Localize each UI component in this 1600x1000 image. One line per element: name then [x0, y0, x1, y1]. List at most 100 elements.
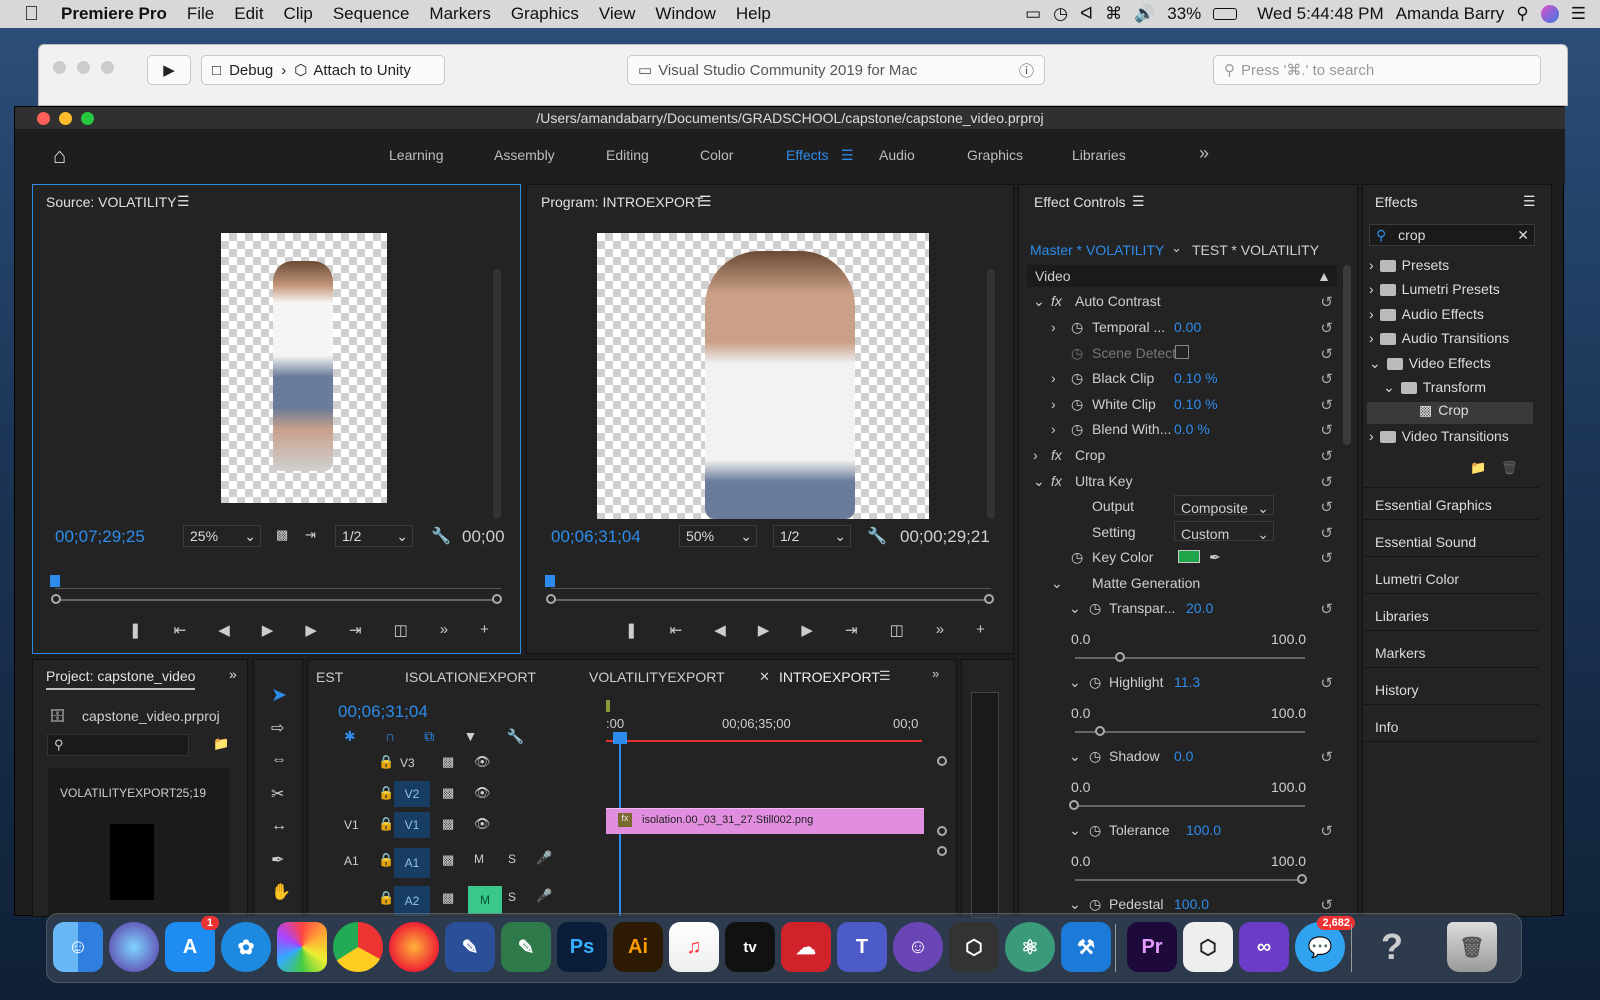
menu-help[interactable]: Help — [736, 4, 771, 24]
ripple-edit-tool-icon[interactable]: ⇔ — [271, 751, 287, 769]
tab-introexport[interactable]: INTROEXPORT — [779, 669, 880, 685]
panel-markers[interactable]: Markers — [1363, 638, 1539, 668]
eyedropper-icon[interactable]: ✒ — [1209, 549, 1221, 566]
trash-icon[interactable]: 🗑 — [1447, 922, 1497, 972]
fx-icon[interactable]: fx — [1051, 447, 1062, 463]
more-workspaces-icon[interactable]: » — [1199, 143, 1209, 164]
param-scene-detect[interactable]: ◷ Scene Detect ↺ — [1019, 341, 1339, 365]
eclipse-alt-icon[interactable]: ✎ — [501, 922, 551, 972]
apple-tv-icon[interactable]: tv — [725, 922, 775, 972]
chevron-down-icon[interactable]: ⌄ — [1069, 600, 1081, 617]
fx-icon[interactable]: fx — [1051, 293, 1062, 309]
microphone-icon[interactable]: 🎤 — [536, 888, 552, 904]
param-shadow[interactable]: ⌄ ◷ Shadow 0.0 ↺ — [1019, 744, 1339, 768]
source-resolution-select[interactable]: 1/2 ⌄ — [335, 525, 413, 547]
nest-icon[interactable]: ✱ — [344, 728, 356, 745]
zoom-button[interactable] — [81, 112, 94, 125]
reset-icon[interactable]: ↺ — [1320, 447, 1333, 465]
chevron-right-icon[interactable]: › — [1051, 396, 1056, 412]
stopwatch-icon[interactable]: ◷ — [1089, 896, 1101, 913]
source-playhead[interactable] — [50, 575, 60, 587]
wrench-icon[interactable]: 🔧 — [507, 728, 524, 745]
effect-controls-scrollbar[interactable] — [1343, 265, 1351, 445]
menu-markers[interactable]: Markers — [429, 4, 490, 24]
reset-icon[interactable]: ↺ — [1320, 674, 1333, 692]
chevron-right-icon[interactable]: › — [1033, 447, 1038, 463]
solo-button[interactable]: S — [508, 890, 516, 904]
param-white-clip[interactable]: › ◷ White Clip 0.10 % ↺ — [1019, 392, 1339, 416]
program-scrub-bar[interactable] — [551, 571, 991, 589]
tolerance-slider[interactable] — [1075, 879, 1305, 881]
tab-isolationexport[interactable]: ISOLATIONEXPORT — [405, 669, 536, 685]
teams-icon[interactable]: T — [837, 922, 887, 972]
film-icon[interactable]: ▩ — [442, 852, 454, 868]
program-preview[interactable] — [597, 233, 929, 519]
stopwatch-icon[interactable]: ◷ — [1089, 600, 1101, 617]
panel-essential-sound[interactable]: Essential Sound — [1363, 527, 1539, 557]
panel-menu-icon[interactable]: ☰ — [177, 193, 190, 210]
tab-assembly[interactable]: Assembly — [494, 147, 555, 163]
effect-auto-contrast[interactable]: ⌄ fx Auto Contrast ↺ — [1019, 289, 1339, 313]
chevron-down-icon[interactable]: ⌄ — [1051, 575, 1063, 592]
program-scrollbar[interactable] — [987, 269, 995, 519]
effect-ultra-key[interactable]: ⌄ fx Ultra Key ↺ — [1019, 469, 1339, 493]
program-zoom-select[interactable]: 50% ⌄ — [679, 525, 757, 547]
spotlight-icon[interactable]: ⚲ — [1516, 4, 1528, 24]
timeline-zoom-handle[interactable] — [937, 756, 947, 766]
track-label-a1[interactable]: A1 — [394, 848, 430, 878]
effects-item-video-transitions[interactable]: › Video Transitions — [1369, 428, 1529, 450]
razor-tool-icon[interactable]: ✂ — [271, 784, 284, 804]
output-select[interactable]: Composite ⌄ — [1174, 495, 1274, 516]
vs-minimize-button[interactable] — [77, 61, 90, 74]
menu-app-name[interactable]: Premiere Pro — [61, 4, 167, 24]
param-transparency[interactable]: ⌄ ◷ Transpar... 20.0 ↺ — [1019, 596, 1339, 620]
transparency-slider[interactable] — [1075, 657, 1305, 659]
trash-icon[interactable]: 🗑 — [1501, 460, 1518, 476]
chevron-right-icon[interactable]: › — [1051, 421, 1056, 437]
stopwatch-icon[interactable]: ◷ — [1071, 370, 1083, 387]
source-zoom-start[interactable] — [51, 594, 61, 604]
highlight-knob[interactable] — [1095, 726, 1105, 736]
source-scrub-bar[interactable] — [55, 571, 501, 589]
lock-icon[interactable]: 🔒 — [378, 816, 394, 832]
selection-tool-icon[interactable]: ➤ — [271, 684, 287, 707]
shadow-slider[interactable] — [1075, 805, 1305, 807]
project-search-input[interactable]: ⚲ — [47, 734, 189, 756]
vs-zoom-button[interactable] — [101, 61, 114, 74]
source-patch-a1[interactable]: A1 — [344, 854, 359, 868]
stopwatch-icon[interactable]: ◷ — [1089, 674, 1101, 691]
stopwatch-icon[interactable]: ◷ — [1089, 748, 1101, 765]
configuration-selector[interactable]: □ Debug › ⬡ Attach to Unity — [201, 55, 445, 85]
mute-button[interactable]: M — [468, 886, 502, 914]
github-icon[interactable]: ☺ — [893, 922, 943, 972]
hand-tool-icon[interactable]: ✋ — [271, 882, 291, 902]
step-forward-icon[interactable]: ▶ — [801, 621, 813, 639]
menu-clip[interactable]: Clip — [284, 4, 313, 24]
track-label-a2[interactable]: A2 — [394, 886, 430, 916]
reset-icon[interactable]: ↺ — [1320, 396, 1333, 414]
solo-button[interactable]: S — [508, 852, 516, 866]
pen-tool-icon[interactable]: ✒ — [271, 850, 284, 870]
timeline-zoom-handle[interactable] — [937, 826, 947, 836]
reset-icon[interactable]: ↺ — [1320, 896, 1333, 914]
step-back-icon[interactable]: ◀ — [714, 621, 726, 639]
panel-menu-icon[interactable]: ☰ — [699, 193, 712, 210]
reset-icon[interactable]: ↺ — [1320, 345, 1333, 363]
tab-graphics[interactable]: Graphics — [967, 147, 1023, 163]
wrench-icon[interactable]: 🔧 — [431, 526, 451, 546]
insert-clip-icon[interactable]: ◫ — [394, 621, 408, 639]
track-label-v1[interactable]: V1 — [394, 812, 430, 838]
reset-icon[interactable]: ↺ — [1320, 600, 1333, 618]
step-forward-icon[interactable]: ▶ — [305, 621, 317, 639]
bluetooth-icon[interactable]: ᐊ — [1080, 4, 1093, 24]
fx-icon[interactable]: fx — [1051, 473, 1062, 489]
tab-learning[interactable]: Learning — [389, 147, 444, 163]
messages-icon[interactable]: 💬 2,682 — [1295, 916, 1355, 972]
timeline-zoom-handle[interactable] — [937, 846, 947, 856]
lock-icon[interactable]: 🔒 — [378, 852, 394, 868]
effects-search-input[interactable]: ⚲ crop ✕ — [1369, 224, 1535, 246]
stopwatch-icon[interactable]: ◷ — [1071, 396, 1083, 413]
chevron-down-icon[interactable]: ⌄ — [1069, 896, 1081, 913]
more-panels-icon[interactable]: » — [932, 666, 939, 681]
group-matte-generation[interactable]: ⌄ Matte Generation — [1019, 571, 1339, 595]
